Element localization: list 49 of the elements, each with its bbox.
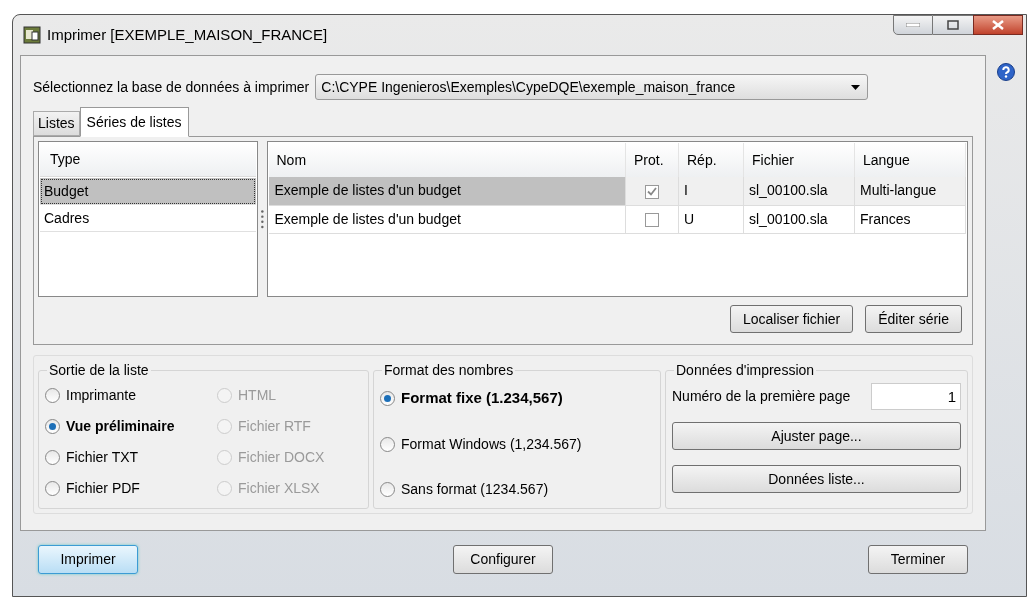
radio-button: HTML — [217, 385, 362, 406]
close-button[interactable] — [973, 15, 1023, 35]
dropdown-arrow-icon — [851, 84, 861, 90]
close-icon — [992, 20, 1004, 30]
group-title: Format des nombres — [383, 361, 515, 380]
table-cell: Exemple de listes d'un budget — [268, 177, 626, 205]
button[interactable]: Configurer — [453, 544, 553, 574]
button[interactable]: Données liste... — [672, 465, 961, 493]
first-page-label: Numéro de la première page — [672, 387, 851, 406]
group-title: Données d'impression — [675, 361, 816, 380]
radio-button[interactable]: Vue préliminaire — [45, 416, 217, 437]
help-icon[interactable] — [997, 63, 1015, 81]
radio-button: Fichier XLSX — [217, 478, 362, 499]
table-cell: Frances — [854, 205, 966, 233]
group-title: Sortie de la liste — [48, 361, 150, 380]
checkbox[interactable] — [645, 212, 659, 227]
window-title: Imprimer [EXEMPLE_MAISON_FRANCE] — [47, 24, 328, 45]
list-item[interactable]: Budget — [40, 178, 256, 205]
radio-button[interactable]: Sans format (1234.567) — [380, 478, 654, 500]
button[interactable]: Imprimer — [38, 544, 138, 574]
radio-button[interactable]: Format Windows (1,234.567) — [380, 433, 654, 455]
database-dropdown[interactable]: C:\CYPE Ingenieros\Exemples\CypeDQE\exemple_maison_france — [315, 74, 869, 100]
radio-button[interactable]: Format fixe (1.234,567) — [380, 387, 654, 410]
button[interactable]: Ajuster page... — [672, 422, 961, 450]
table-cell: Exemple de listes d'un budget — [268, 205, 626, 233]
splitter-handle-icon[interactable] — [259, 208, 265, 230]
maximize-icon — [947, 20, 959, 30]
radio-button[interactable]: Imprimante — [45, 385, 217, 406]
button[interactable]: Éditer série — [865, 305, 962, 333]
radio-button: Fichier RTF — [217, 416, 362, 437]
radio-button[interactable]: Fichier PDF — [45, 478, 217, 499]
tab[interactable]: Séries de listes — [79, 107, 189, 137]
button[interactable]: Localiser fichier — [729, 305, 854, 333]
table-cell: U — [678, 205, 744, 233]
radio-button[interactable]: Fichier TXT — [45, 447, 217, 468]
database-label: Sélectionnez la base de données à imprimer — [33, 77, 310, 97]
minimize-button[interactable] — [893, 15, 933, 35]
radio-button: Fichier DOCX — [217, 447, 362, 468]
table-cell: I — [678, 177, 744, 205]
dropdown-value: C:\CYPE Ingenieros\Exemples\CypeDQE\exemple_maison_france — [321, 77, 736, 97]
tab[interactable]: Listes — [33, 111, 80, 136]
table-cell: sl_00100.sla — [743, 177, 855, 205]
first-page-field[interactable]: 1 — [871, 383, 961, 410]
button[interactable]: Terminer — [868, 544, 968, 574]
maximize-button[interactable] — [933, 15, 973, 35]
checkbox[interactable] — [645, 184, 659, 199]
table-cell: sl_00100.sla — [743, 205, 855, 233]
minimize-icon — [906, 23, 920, 27]
table-cell: Multi-langue — [854, 177, 966, 205]
